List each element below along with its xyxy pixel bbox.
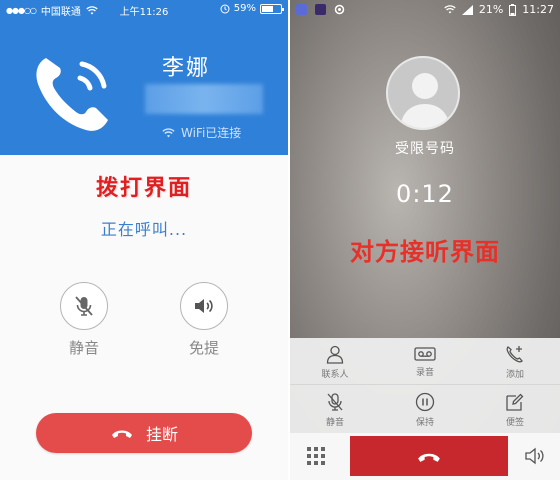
person-icon [326, 345, 344, 364]
call-actions-panel: 联系人 录音 添加 静音 保持 便签 [290, 338, 560, 433]
speaker-button[interactable] [180, 282, 228, 330]
blurred-number [145, 84, 263, 114]
mute-button[interactable]: 静音 [290, 386, 380, 433]
mic-off-icon [75, 296, 93, 316]
wifi-icon [444, 5, 456, 14]
battery-percent: 21% [478, 3, 504, 16]
note-icon [506, 393, 524, 411]
end-call-button[interactable] [350, 436, 508, 476]
add-call-button[interactable]: 添加 [470, 338, 560, 385]
calling-status: 正在呼叫... [100, 220, 188, 239]
mute-button[interactable] [60, 282, 108, 330]
call-header: ●●●○○ 中国联通 上午11:26 59% 李娜 WiFi已连接 [0, 0, 288, 155]
contact-name: 李娜 [162, 56, 211, 81]
wifi-icon [162, 127, 175, 137]
note-button[interactable]: 便签 [470, 386, 560, 433]
speaker-icon[interactable] [524, 446, 546, 466]
contact-name: 受限号码 [395, 141, 455, 157]
battery-percent: 59% [233, 3, 256, 14]
contacts-button[interactable]: 联系人 [290, 338, 380, 385]
person-silhouette-icon [400, 73, 450, 128]
notification-icon [315, 4, 326, 15]
hangup-button[interactable]: 挂断 [36, 413, 252, 453]
screen-label: 对方接听界面 [350, 238, 500, 266]
alarm-icon [220, 4, 230, 13]
note-label: 便签 [505, 417, 524, 428]
add-call-label: 添加 [505, 369, 524, 380]
wifi-status-text: WiFi已连接 [181, 126, 242, 140]
sync-icon [334, 4, 345, 15]
status-bar: ●●●○○ 中国联通 上午11:26 59% [0, 0, 288, 18]
phone-handset-icon [36, 58, 108, 131]
hangup-icon [418, 453, 440, 462]
tape-icon [414, 346, 436, 361]
dialing-screen: ●●●○○ 中国联通 上午11:26 59% 李娜 WiFi已连接 拨打界面 正… [0, 0, 288, 480]
battery-icon [509, 3, 517, 16]
mute-label: 静音 [68, 339, 99, 357]
speaker-icon [195, 299, 213, 313]
add-call-icon [506, 345, 523, 362]
answered-screen: 21% 11:27 受限号码 0:12 对方接听界面 联系人 录音 添加 静音 [290, 0, 560, 480]
wifi-status: WiFi已连接 [162, 124, 241, 141]
dialpad-icon[interactable] [306, 446, 326, 466]
pause-icon [415, 392, 435, 411]
notification-icon [296, 4, 307, 15]
signal-icon [461, 4, 473, 15]
call-timer: 0:12 [396, 180, 454, 208]
hold-label: 保持 [415, 417, 434, 428]
panel-divider [290, 384, 560, 385]
hangup-label: 挂断 [145, 425, 178, 444]
battery-icon [260, 3, 284, 14]
record-button[interactable]: 录音 [380, 338, 470, 385]
status-time: 11:27 [522, 3, 554, 16]
mute-label: 静音 [325, 417, 344, 428]
avatar [386, 56, 460, 130]
status-bar: 21% 11:27 [290, 0, 560, 20]
mic-off-icon [327, 392, 343, 411]
hangup-icon [111, 430, 132, 438]
contacts-label: 联系人 [321, 369, 349, 380]
speaker-label: 免提 [188, 339, 219, 357]
hold-button[interactable]: 保持 [380, 386, 470, 433]
record-label: 录音 [415, 367, 434, 378]
screen-label: 拨打界面 [95, 176, 192, 201]
